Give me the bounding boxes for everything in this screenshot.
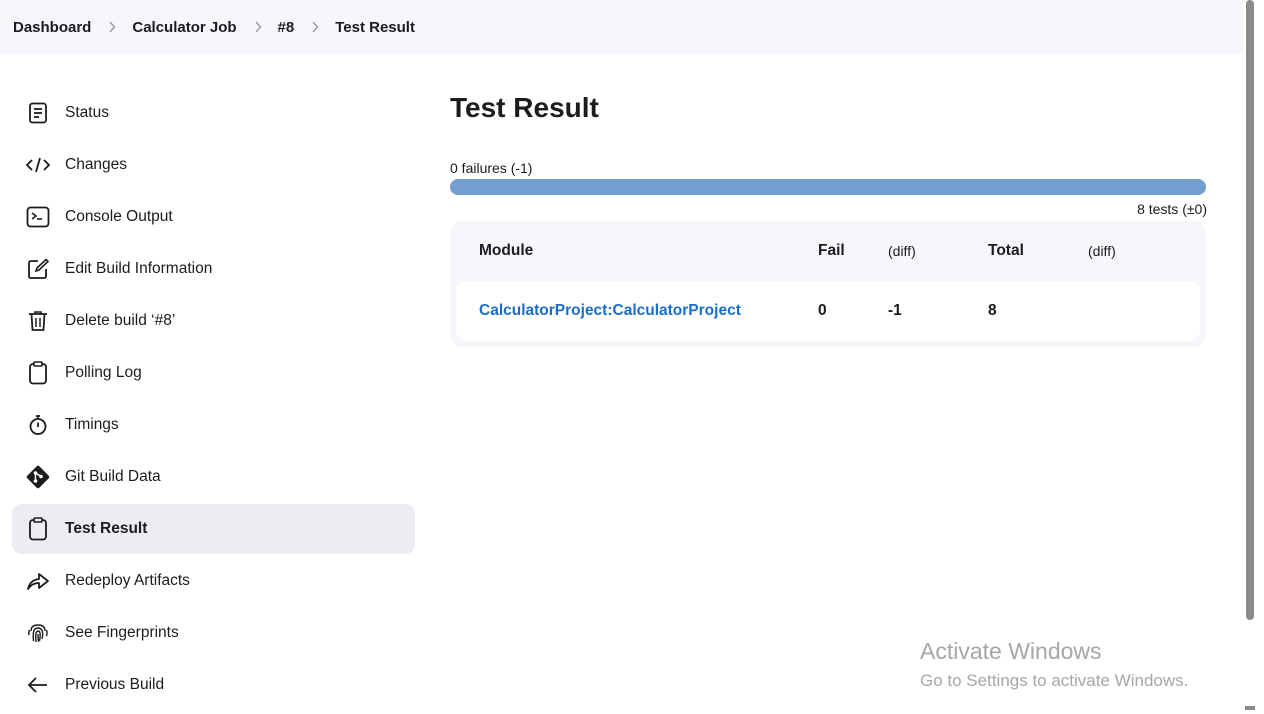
sidebar-item-edit-build-information[interactable]: Edit Build Information — [12, 244, 415, 294]
sidebar-item-label: Previous Build — [65, 676, 165, 693]
sidebar: Status Changes Console Output Edit Build… — [12, 88, 415, 712]
sidebar-item-console-output[interactable]: Console Output — [12, 192, 415, 242]
clipboard-icon — [25, 360, 51, 386]
scrollbar-thumb[interactable] — [1246, 0, 1254, 620]
sidebar-item-label: Polling Log — [65, 364, 142, 381]
breadcrumb-build[interactable]: #8 — [278, 19, 295, 36]
document-icon — [25, 100, 51, 126]
page-title: Test Result — [450, 92, 599, 123]
test-result-bar — [450, 179, 1206, 195]
table-header-row: Module Fail (diff) Total (diff) — [456, 221, 1200, 281]
sidebar-item-label: Redeploy Artifacts — [65, 572, 190, 589]
fail-diff-cell: -1 — [888, 302, 902, 319]
edit-icon — [25, 256, 51, 282]
breadcrumb-job[interactable]: Calculator Job — [132, 19, 236, 36]
column-header-total[interactable]: Total — [988, 242, 1088, 260]
sidebar-item-label: Console Output — [65, 208, 173, 225]
activation-watermark: Activate Windows Go to Settings to activ… — [920, 638, 1188, 691]
column-header-module[interactable]: Module — [456, 242, 818, 260]
stopwatch-icon — [25, 412, 51, 438]
arrow-left-icon — [25, 672, 51, 698]
chevron-right-icon — [254, 21, 262, 33]
fingerprint-icon — [25, 620, 51, 646]
column-header-fail-diff[interactable]: (diff) — [888, 243, 988, 259]
sidebar-item-label: Status — [65, 104, 109, 121]
module-link[interactable]: CalculatorProject:CalculatorProject — [479, 302, 741, 319]
breadcrumb-dashboard[interactable]: Dashboard — [13, 19, 91, 36]
sidebar-item-status[interactable]: Status — [12, 88, 415, 138]
tests-summary: 8 tests (±0) — [1137, 201, 1207, 217]
sidebar-item-previous-build[interactable]: Previous Build — [12, 660, 415, 710]
sidebar-item-label: Delete build ‘#8’ — [65, 312, 176, 329]
watermark-title: Activate Windows — [920, 638, 1102, 664]
sidebar-item-timings[interactable]: Timings — [12, 400, 415, 450]
column-header-total-diff[interactable]: (diff) — [1088, 243, 1178, 259]
code-icon — [25, 152, 51, 178]
sidebar-item-git-build-data[interactable]: Git Build Data — [12, 452, 415, 502]
git-icon — [25, 464, 51, 490]
breadcrumb-test-result[interactable]: Test Result — [335, 19, 415, 36]
sidebar-item-delete-build[interactable]: Delete build ‘#8’ — [12, 296, 415, 346]
sidebar-item-redeploy-artifacts[interactable]: Redeploy Artifacts — [12, 556, 415, 606]
column-header-fail[interactable]: Fail — [818, 242, 888, 260]
trash-icon — [25, 308, 51, 334]
scroll-down-arrow-icon[interactable] — [1245, 706, 1255, 710]
sidebar-item-changes[interactable]: Changes — [12, 140, 415, 190]
sidebar-item-label: Timings — [65, 416, 119, 433]
clipboard-icon — [25, 516, 51, 542]
sidebar-item-label: See Fingerprints — [65, 624, 179, 641]
chevron-right-icon — [311, 21, 319, 33]
sidebar-item-label: Git Build Data — [65, 468, 161, 485]
sidebar-item-label: Changes — [65, 156, 128, 173]
sidebar-item-label: Edit Build Information — [65, 260, 213, 277]
table-row: CalculatorProject:CalculatorProject 0 -1… — [456, 281, 1200, 341]
sidebar-item-see-fingerprints[interactable]: See Fingerprints — [12, 608, 415, 658]
redeploy-arrow-icon — [25, 568, 51, 594]
sidebar-item-polling-log[interactable]: Polling Log — [12, 348, 415, 398]
chevron-right-icon — [108, 21, 116, 33]
fail-count-cell: 0 — [818, 302, 827, 319]
module-table: Module Fail (diff) Total (diff) Calculat… — [450, 221, 1206, 347]
failure-summary: 0 failures (-1) — [450, 160, 533, 176]
breadcrumb: Dashboard Calculator Job #8 Test Result — [0, 0, 1243, 54]
sidebar-item-label: Test Result — [65, 520, 148, 537]
terminal-icon — [25, 204, 51, 230]
module-cell: CalculatorProject:CalculatorProject — [456, 302, 818, 320]
sidebar-item-test-result[interactable]: Test Result — [12, 504, 415, 554]
main-content: Test Result 0 failures (-1) 8 tests (±0)… — [450, 88, 1207, 347]
total-count-cell: 8 — [988, 302, 997, 319]
watermark-subtitle: Go to Settings to activate Windows. — [920, 671, 1189, 690]
